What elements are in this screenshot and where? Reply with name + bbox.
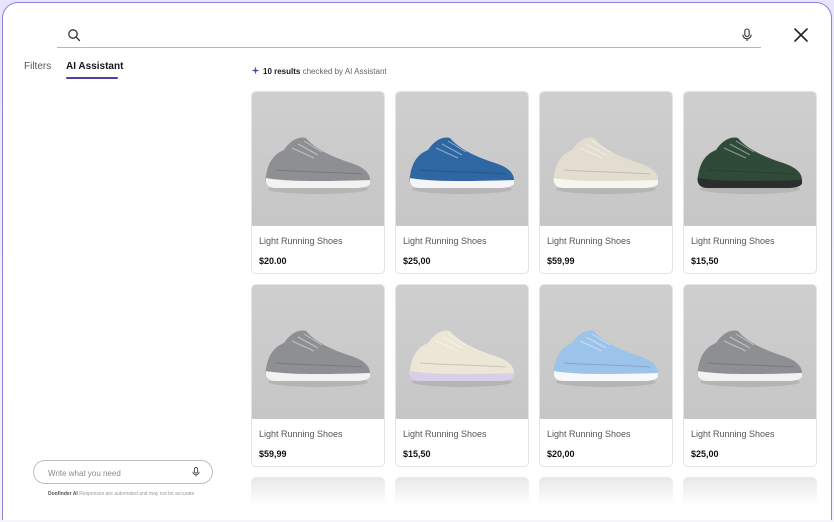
product-card[interactable]: Light Running Shoes $59,99 bbox=[251, 284, 385, 467]
shoe-icon bbox=[409, 137, 514, 194]
product-card-placeholder bbox=[395, 477, 529, 505]
product-card-placeholder bbox=[683, 477, 817, 505]
results-count: 10 results bbox=[263, 67, 301, 76]
product-image bbox=[396, 92, 528, 226]
product-image bbox=[684, 285, 816, 419]
shoe-icon bbox=[265, 137, 370, 194]
product-image bbox=[396, 285, 528, 419]
search-overlay-window: Filters AI Assistant 10 results checked … bbox=[2, 2, 832, 520]
tab-ai-assistant[interactable]: AI Assistant bbox=[66, 61, 123, 72]
product-card[interactable]: Light Running Shoes $20,00 bbox=[539, 284, 673, 467]
product-price: $20.00 bbox=[259, 256, 287, 266]
product-image bbox=[252, 285, 384, 419]
product-price: $15,50 bbox=[691, 256, 719, 266]
product-price: $59,99 bbox=[547, 256, 575, 266]
product-name: Light Running Shoes bbox=[547, 236, 631, 246]
product-name: Light Running Shoes bbox=[403, 429, 487, 439]
product-name: Light Running Shoes bbox=[691, 429, 775, 439]
search-input[interactable] bbox=[89, 25, 733, 47]
product-name: Light Running Shoes bbox=[259, 236, 343, 246]
product-image bbox=[540, 92, 672, 226]
product-image bbox=[252, 92, 384, 226]
search-bar bbox=[57, 23, 761, 48]
product-price: $25,00 bbox=[403, 256, 431, 266]
product-card[interactable]: Light Running Shoes $15,50 bbox=[395, 284, 529, 467]
active-tab-indicator bbox=[66, 77, 118, 79]
product-image bbox=[540, 285, 672, 419]
product-card[interactable]: Light Running Shoes $20.00 bbox=[251, 91, 385, 274]
assistant-input[interactable] bbox=[46, 465, 180, 481]
close-icon[interactable] bbox=[791, 25, 811, 45]
microphone-icon[interactable] bbox=[739, 27, 755, 43]
product-name: Light Running Shoes bbox=[691, 236, 775, 246]
product-card-placeholder bbox=[251, 477, 385, 505]
shoe-icon bbox=[697, 137, 802, 194]
product-price: $20,00 bbox=[547, 449, 575, 459]
product-price: $59,99 bbox=[259, 449, 287, 459]
product-card-placeholder bbox=[539, 477, 673, 505]
shoe-icon bbox=[697, 330, 802, 387]
product-name: Light Running Shoes bbox=[547, 429, 631, 439]
product-price: $25,00 bbox=[691, 449, 719, 459]
product-card[interactable]: Light Running Shoes $59,99 bbox=[539, 91, 673, 274]
shoe-icon bbox=[553, 137, 658, 194]
results-suffix: checked by AI Assistant bbox=[300, 67, 387, 76]
product-card[interactable]: Light Running Shoes $25,00 bbox=[395, 91, 529, 274]
shoe-icon bbox=[553, 330, 658, 387]
sparkle-icon bbox=[251, 66, 260, 75]
search-icon bbox=[68, 29, 81, 42]
disclaimer-text: Responses are automated and may not be a… bbox=[77, 491, 195, 497]
tab-filters[interactable]: Filters bbox=[24, 61, 51, 72]
shoe-icon bbox=[409, 330, 514, 387]
microphone-icon[interactable] bbox=[190, 466, 202, 478]
results-summary: 10 results checked by AI Assistant bbox=[251, 66, 387, 76]
product-image bbox=[684, 92, 816, 226]
product-price: $15,50 bbox=[403, 449, 431, 459]
product-card[interactable]: Light Running Shoes $15,50 bbox=[683, 91, 817, 274]
product-card[interactable]: Light Running Shoes $25,00 bbox=[683, 284, 817, 467]
shoe-icon bbox=[265, 330, 370, 387]
product-name: Light Running Shoes bbox=[403, 236, 487, 246]
disclaimer-brand: Doofinder AI bbox=[48, 491, 78, 497]
product-name: Light Running Shoes bbox=[259, 429, 343, 439]
assistant-input-box bbox=[33, 460, 213, 484]
ai-disclaimer: Doofinder AI Responses are automated and… bbox=[48, 491, 194, 497]
